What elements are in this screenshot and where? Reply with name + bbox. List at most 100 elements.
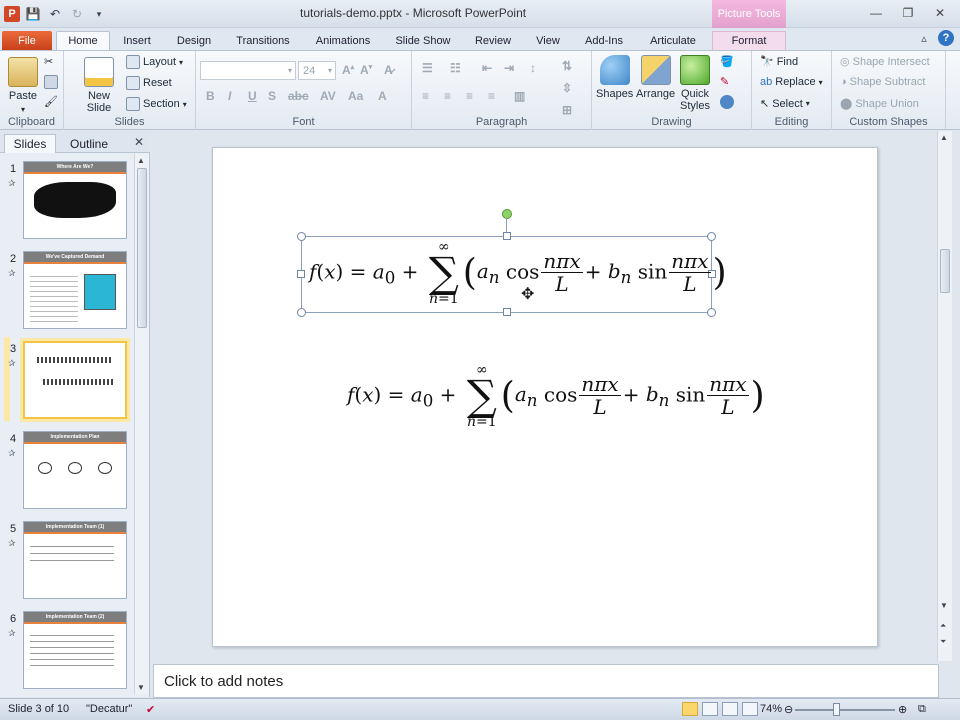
new-slide-button[interactable]: New Slide: [84, 57, 114, 114]
font-size-combo[interactable]: 24 ▾: [298, 61, 336, 80]
equation-2[interactable]: f(x) = a0 + ∞ ∑ n=1 (an cos nπx L + bn sin nπx L…: [347, 363, 765, 429]
reading-view-button[interactable]: [722, 702, 738, 716]
scroll-down-icon[interactable]: ▼: [940, 601, 948, 610]
zoom-slider[interactable]: [795, 709, 895, 711]
tab-outline[interactable]: Outline: [60, 134, 118, 153]
slides-pane-scrollbar[interactable]: ▲ ▼: [134, 154, 149, 694]
slide-thumbnail-5[interactable]: Implementation Team (1): [23, 521, 127, 599]
tab-review[interactable]: Review: [468, 31, 518, 50]
powerpoint-logo-icon[interactable]: P: [4, 6, 20, 22]
justify-icon[interactable]: ≡: [488, 89, 495, 103]
tab-format[interactable]: Format: [712, 31, 786, 50]
slide-thumbnail-4[interactable]: Implementation Plan: [23, 431, 127, 509]
cut-button[interactable]: ✂: [44, 55, 53, 68]
minimize-ribbon-icon[interactable]: ▵: [916, 30, 932, 46]
slide-thumbnail-1[interactable]: Where Are We?: [23, 161, 127, 239]
shape-outline-button[interactable]: ✎: [720, 75, 729, 88]
underline-icon[interactable]: U: [248, 89, 257, 103]
equation-1[interactable]: f(x) = a0 + ∞ ∑ n=1 (an cos nπx L + bn sin nπx L…: [309, 240, 727, 306]
slide-scrollbar[interactable]: ▲ ▼ ⏶ ⏷: [937, 131, 952, 661]
close-pane-icon[interactable]: ✕: [134, 135, 144, 149]
resize-handle[interactable]: [297, 308, 306, 317]
tab-articulate[interactable]: Articulate: [640, 31, 706, 50]
bullets-icon[interactable]: ☰: [422, 61, 433, 75]
redo-icon[interactable]: ↻: [68, 5, 86, 23]
smartart-icon[interactable]: ⊞: [562, 103, 572, 117]
copy-button[interactable]: [44, 75, 58, 89]
font-color-icon[interactable]: A: [378, 89, 387, 103]
slide-thumbnail-3[interactable]: [23, 341, 127, 419]
strikethrough-icon[interactable]: abc: [288, 89, 309, 103]
clear-formatting-icon[interactable]: A̷: [384, 63, 393, 77]
zoom-slider-thumb[interactable]: [833, 703, 840, 716]
help-icon[interactable]: ?: [938, 30, 954, 46]
align-right-icon[interactable]: ≡: [466, 89, 473, 103]
scroll-down-icon[interactable]: ▼: [137, 683, 145, 692]
layout-button[interactable]: Layout ▾: [126, 55, 183, 69]
slide-show-button[interactable]: [742, 702, 758, 716]
tab-home[interactable]: Home: [56, 31, 110, 50]
char-spacing-icon[interactable]: AV: [320, 89, 336, 103]
slide-thumbnail-2[interactable]: We've Captured Demand: [23, 251, 127, 329]
zoom-out-icon[interactable]: ⊖: [784, 703, 793, 716]
next-slide-icon[interactable]: ⏷: [940, 637, 946, 647]
tab-add-ins[interactable]: Add-Ins: [578, 31, 630, 50]
shape-union-button[interactable]: ⬤ Shape Union: [840, 97, 919, 111]
tab-file[interactable]: File: [2, 31, 52, 50]
shrink-font-icon[interactable]: A▾: [360, 63, 372, 77]
tab-design[interactable]: Design: [168, 31, 220, 50]
shape-effects-button[interactable]: [720, 95, 734, 109]
bold-icon[interactable]: B: [206, 89, 215, 103]
normal-view-button[interactable]: [682, 702, 698, 716]
notes-pane[interactable]: Click to add notes: [153, 664, 939, 698]
grow-font-icon[interactable]: A▴: [342, 63, 354, 77]
quick-styles-button[interactable]: Quick Styles: [680, 55, 710, 112]
tab-slide-show[interactable]: Slide Show: [388, 31, 458, 50]
resize-handle[interactable]: [297, 232, 306, 241]
tab-slides[interactable]: Slides: [4, 134, 56, 153]
shape-fill-button[interactable]: 🪣: [720, 55, 734, 68]
slide-sorter-button[interactable]: [702, 702, 718, 716]
font-name-combo[interactable]: ▾: [200, 61, 296, 80]
scroll-up-icon[interactable]: ▲: [137, 156, 145, 165]
align-text-icon[interactable]: ⇳: [562, 81, 572, 95]
customize-qat-icon[interactable]: ▾: [90, 5, 108, 23]
notes-placeholder[interactable]: Click to add notes: [164, 673, 283, 690]
change-case-icon[interactable]: Aa: [348, 89, 363, 103]
reset-button[interactable]: Reset: [126, 76, 172, 90]
undo-icon[interactable]: ↶: [46, 5, 64, 23]
arrange-button[interactable]: Arrange: [636, 55, 675, 100]
fit-to-window-icon[interactable]: ⧉: [918, 703, 926, 716]
line-spacing-icon[interactable]: ↕: [530, 61, 536, 75]
section-button[interactable]: Section ▾: [126, 97, 187, 111]
tab-insert[interactable]: Insert: [114, 31, 160, 50]
spell-check-icon[interactable]: ✔: [146, 703, 155, 716]
align-center-icon[interactable]: ≡: [444, 89, 451, 103]
shape-subtract-button[interactable]: ◑ Shape Subtract: [840, 76, 926, 88]
tab-view[interactable]: View: [526, 31, 570, 50]
tab-transitions[interactable]: Transitions: [228, 31, 298, 50]
format-painter-button[interactable]: 🖌: [44, 95, 58, 108]
shape-intersect-button[interactable]: ◎ Shape Intersect: [840, 55, 930, 69]
scroll-up-icon[interactable]: ▲: [940, 133, 948, 142]
resize-handle[interactable]: [297, 270, 305, 278]
italic-icon[interactable]: I: [228, 89, 231, 103]
resize-handle[interactable]: [707, 308, 716, 317]
replace-button[interactable]: ab Replace ▾: [760, 76, 823, 88]
close-icon[interactable]: ✕: [926, 4, 954, 22]
rotate-handle[interactable]: [502, 209, 512, 219]
decrease-indent-icon[interactable]: ⇤: [482, 61, 492, 75]
minimize-icon[interactable]: —: [862, 4, 890, 22]
shadow-icon[interactable]: S: [268, 89, 276, 103]
numbering-icon[interactable]: ☷: [450, 61, 461, 75]
save-icon[interactable]: 💾: [24, 5, 42, 23]
text-direction-icon[interactable]: ⇅: [562, 59, 572, 73]
shapes-button[interactable]: Shapes: [596, 55, 633, 100]
previous-slide-icon[interactable]: ⏶: [940, 621, 946, 631]
columns-icon[interactable]: ▥: [514, 89, 525, 103]
paste-button[interactable]: Paste ▾: [8, 57, 38, 114]
select-button[interactable]: ↖ Select ▾: [760, 97, 810, 111]
resize-handle[interactable]: [503, 232, 511, 240]
current-slide[interactable]: f(x) = a0 + ∞ ∑ n=1 (an cos nπx L + bn sin nπx L…: [212, 147, 878, 647]
tab-animations[interactable]: Animations: [306, 31, 380, 50]
